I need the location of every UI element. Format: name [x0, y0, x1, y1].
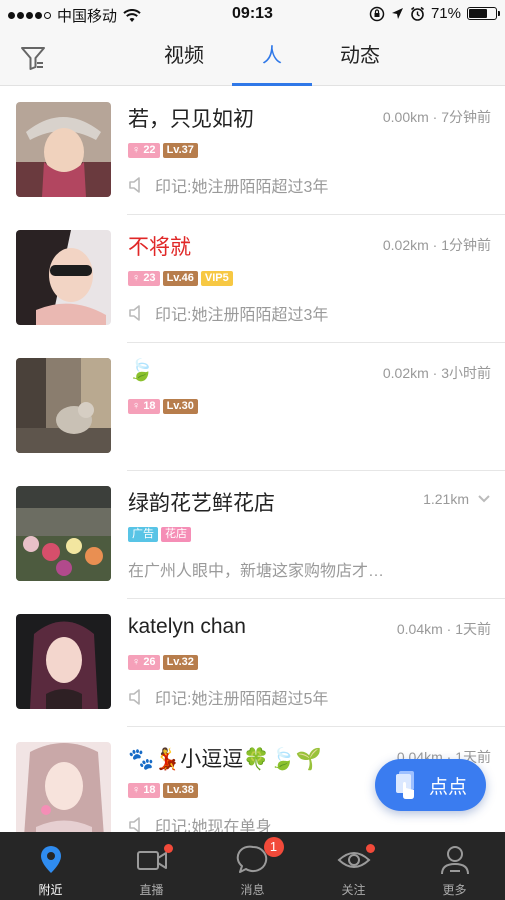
- list-item[interactable]: 不将就 0.02km · 1分钟前 ♀ 23 Lv.46 VIP5 印记:她注册…: [0, 215, 505, 343]
- avatar: [16, 486, 111, 581]
- age-value: 23: [143, 272, 156, 284]
- user-name: 不将就: [128, 236, 191, 259]
- list-item[interactable]: 若，只见如初 0.00km · 7分钟前 ♀ 22 Lv.37 印记:她注册陌陌…: [0, 87, 505, 215]
- speaker-icon: [129, 689, 140, 705]
- location-arrow-icon: [391, 8, 403, 19]
- tab-live[interactable]: 直播: [101, 832, 202, 900]
- list-item[interactable]: 🍃 0.02km · 3小时前 ♀ 18 Lv.30: [0, 343, 505, 471]
- tab-nearby[interactable]: 附近: [0, 832, 101, 900]
- imprint-text: 印记:她注册陌陌超过3年: [155, 179, 329, 196]
- distance-time: 0.02km · 3小时前: [383, 363, 491, 383]
- status-right: 71%: [369, 5, 500, 22]
- unread-count-badge: 1: [263, 837, 284, 857]
- level-badge: Lv.30: [162, 399, 198, 414]
- age-value: 26: [143, 656, 156, 668]
- distance-time-text: 0.02km · 1分钟前: [382, 237, 491, 253]
- diandian-button[interactable]: 点点: [375, 759, 486, 811]
- distance-time: 0.04km · 1天前: [397, 619, 491, 639]
- filter-button[interactable]: [18, 43, 48, 73]
- notification-dot: [163, 844, 173, 853]
- avatar: [16, 742, 111, 837]
- tab-moments[interactable]: 动态: [316, 28, 404, 86]
- avatar: [16, 614, 111, 709]
- distance-time-text: 0.00km · 7分钟前: [382, 109, 491, 125]
- age-badge: ♀ 18: [128, 399, 160, 414]
- age-badge: ♀ 18: [128, 783, 160, 798]
- badges: ♀ 26 Lv.32: [128, 655, 198, 670]
- age-badge: ♀ 22: [128, 143, 160, 158]
- status-bar: 中国移动 09:13 71%: [0, 0, 505, 28]
- battery-icon: [467, 7, 500, 20]
- distance-time: 0.00km · 7分钟前: [383, 107, 491, 127]
- tab-label: 更多: [442, 883, 467, 897]
- vip-badge: VIP5: [200, 271, 233, 286]
- person-icon: [440, 846, 469, 875]
- badges: ♀ 18 Lv.30: [128, 399, 198, 414]
- badges: 广告 花店: [128, 527, 191, 542]
- imprint-text: 印记:她注册陌陌超过3年: [155, 307, 329, 324]
- level-badge: Lv.46: [162, 271, 198, 286]
- tab-more[interactable]: 更多: [404, 832, 505, 900]
- imprint-note: 印记:她注册陌陌超过3年: [128, 301, 328, 325]
- ad-description: 在广州人眼中，新塘这家购物店才…: [128, 557, 384, 581]
- avatar: [16, 230, 111, 325]
- level-badge: Lv.37: [162, 143, 198, 158]
- user-name: katelyn chan: [128, 615, 246, 638]
- level-badge: Lv.32: [162, 655, 198, 670]
- badges: ♀ 23 Lv.46 VIP5: [128, 271, 233, 286]
- age-value: 18: [143, 784, 156, 796]
- age-badge: ♀ 23: [128, 271, 160, 286]
- diandian-label: 点点: [429, 776, 468, 798]
- user-name: 🍃: [128, 359, 155, 382]
- age-value: 22: [143, 144, 156, 156]
- age-value: 18: [143, 400, 156, 412]
- chevron-down-icon[interactable]: [477, 492, 491, 506]
- age-badge: ♀ 26: [128, 655, 160, 670]
- battery-percent: 71%: [430, 5, 461, 22]
- tab-label: 消息: [240, 883, 265, 897]
- list-item[interactable]: katelyn chan 0.04km · 1天前 ♀ 26 Lv.32 印记:…: [0, 599, 505, 727]
- tab-people[interactable]: 人: [228, 28, 316, 86]
- location-pin-icon: [40, 846, 61, 873]
- top-tabs: 视频 人 动态: [140, 28, 404, 86]
- list-item-ad[interactable]: 绿韵花艺鲜花店 1.21km 广告 花店 在广州人眼中，新塘这家购物店才…: [0, 471, 505, 599]
- shop-name: 绿韵花艺鲜花店: [128, 492, 275, 515]
- tab-following[interactable]: 关注: [303, 832, 404, 900]
- tab-label: 直播: [139, 883, 164, 897]
- distance-time-text: 0.04km · 1天前: [396, 621, 491, 637]
- nearby-people-list: 若，只见如初 0.00km · 7分钟前 ♀ 22 Lv.37 印记:她注册陌陌…: [0, 87, 505, 855]
- imprint-note: 印记:她注册陌陌超过5年: [128, 685, 328, 709]
- notification-dot: [365, 844, 375, 853]
- badges: ♀ 22 Lv.37: [128, 143, 198, 158]
- category-badge: 花店: [161, 527, 191, 542]
- imprint-text: 印记:她注册陌陌超过5年: [155, 691, 329, 708]
- tab-label: 附近: [38, 883, 63, 897]
- alarm-icon: [410, 6, 424, 21]
- distance-text: 1.21km: [423, 491, 469, 507]
- top-nav-bar: 视频 人 动态: [0, 28, 505, 86]
- tab-videos[interactable]: 视频: [140, 28, 228, 86]
- ad-description-text: 在广州人眼中，新塘这家购物店才…: [128, 563, 385, 580]
- card-swipe-icon: [396, 771, 414, 799]
- badges: ♀ 18 Lv.38: [128, 783, 198, 798]
- distance-time: 1.21km: [423, 491, 491, 507]
- rotation-lock-icon: [369, 6, 385, 21]
- bottom-tab-bar: 附近 直播 1 消息 关注 更多: [0, 832, 505, 900]
- level-badge: Lv.38: [162, 783, 198, 798]
- tab-label: 关注: [341, 883, 366, 897]
- user-name: 若，只见如初: [128, 108, 254, 131]
- speaker-icon: [129, 177, 140, 193]
- distance-time-text: 0.02km · 3小时前: [382, 365, 491, 381]
- speaker-icon: [129, 305, 140, 321]
- tab-messages[interactable]: 1 消息: [202, 832, 303, 900]
- avatar: [16, 102, 111, 197]
- avatar: [16, 358, 111, 453]
- imprint-note: 印记:她注册陌陌超过3年: [128, 173, 328, 197]
- filter-icon: [21, 47, 45, 70]
- ad-badge: 广告: [128, 527, 158, 542]
- app-screen: 中国移动 09:13 71% 视频 人 动态 若，只见如初 0.00km · 7…: [0, 0, 505, 900]
- user-name: 🐾💃小逗逗🍀🍃🌱: [128, 748, 322, 771]
- distance-time: 0.02km · 1分钟前: [383, 235, 491, 255]
